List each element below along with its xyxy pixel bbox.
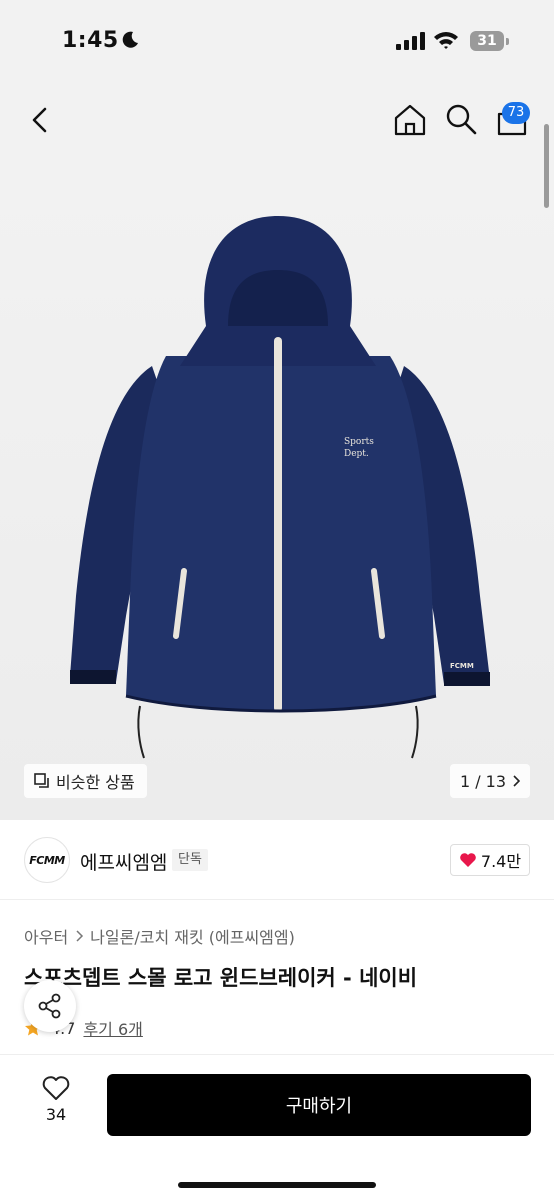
brand-name[interactable]: 에프씨엠엠 xyxy=(80,848,167,875)
home-icon[interactable] xyxy=(392,102,428,138)
battery-level: 31 xyxy=(470,31,504,51)
brand-row[interactable]: FCMM 에프씨엠엠 단독 7.4만 xyxy=(0,820,554,900)
moon-icon xyxy=(122,31,138,48)
image-pager-label: 1 / 13 xyxy=(459,771,507,791)
share-button[interactable] xyxy=(24,980,76,1032)
chest-logo-line1: Sports xyxy=(344,437,374,447)
share-icon xyxy=(38,993,61,1019)
buy-button[interactable]: 구매하기 xyxy=(107,1074,531,1136)
chevron-right-icon xyxy=(76,930,84,942)
bottom-action-bar: 34 구매하기 xyxy=(0,1054,554,1200)
heart-filled-icon xyxy=(460,853,476,867)
like-count: 34 xyxy=(45,1105,67,1124)
product-image-gallery[interactable]: Sports Dept. FCMM 비슷한 상품 1 / 13 xyxy=(0,156,554,820)
brand-like-button[interactable]: 7.4만 xyxy=(450,844,530,876)
breadcrumb-subcategory[interactable]: 나일론/코치 재킷 (에프씨엠엠) xyxy=(90,924,295,948)
like-button[interactable]: 34 xyxy=(30,1075,82,1135)
product-photo-jacket: Sports Dept. FCMM xyxy=(70,216,490,759)
chevron-right-icon xyxy=(513,775,521,787)
wifi-icon xyxy=(434,32,458,49)
brand-logo[interactable]: FCMM xyxy=(24,837,70,883)
back-arrow-icon[interactable] xyxy=(24,104,56,136)
breadcrumb: 아우터 나일론/코치 재킷 (에프씨엠엠) xyxy=(24,924,295,948)
product-title: 스포츠뎁트 스몰 로고 윈드브레이커 - 네이비 xyxy=(24,966,418,990)
brand-like-count: 7.4만 xyxy=(480,852,522,871)
similar-products-label: 비슷한 상품 xyxy=(56,773,135,792)
image-pager[interactable]: 1 / 13 xyxy=(450,764,530,798)
top-nav xyxy=(0,86,554,156)
battery-icon: 31 xyxy=(470,31,510,51)
similar-products-button[interactable]: 비슷한 상품 xyxy=(24,764,147,798)
home-indicator xyxy=(178,1182,376,1188)
breadcrumb-category[interactable]: 아우터 xyxy=(24,924,68,948)
cart-count-badge: 73 xyxy=(502,102,530,124)
cuff-label: FCMM xyxy=(450,662,474,670)
scrollbar[interactable] xyxy=(544,124,549,208)
heart-outline-icon xyxy=(42,1076,70,1100)
search-icon[interactable] xyxy=(444,102,478,136)
exclusive-badge: 단독 xyxy=(172,849,208,871)
copy-icon xyxy=(34,773,49,788)
status-time: 1:45 xyxy=(62,28,119,53)
review-count-link[interactable]: 후기 6개 xyxy=(83,1016,142,1040)
chest-logo-line2: Dept. xyxy=(344,449,369,459)
status-bar: 1:45 31 xyxy=(0,0,554,86)
cellular-signal-icon xyxy=(396,32,425,50)
